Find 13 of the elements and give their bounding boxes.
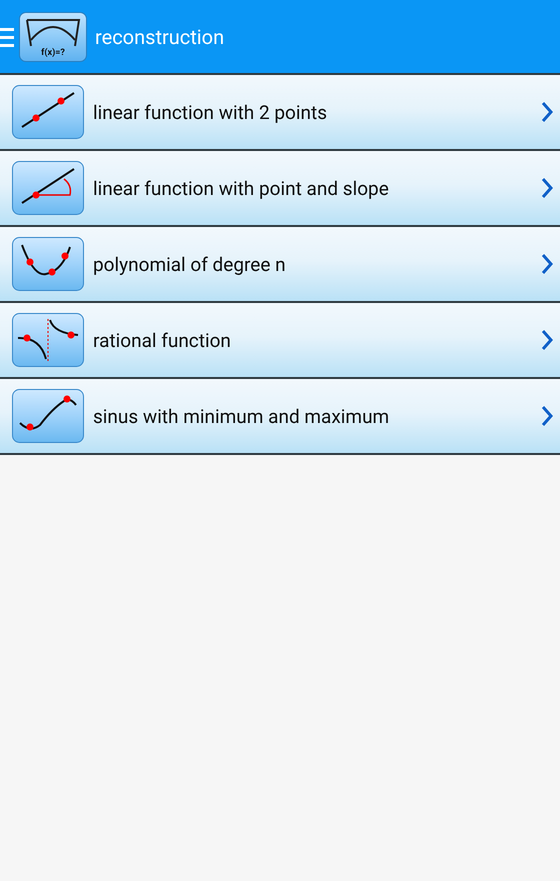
logo-text: f(x)=? [40, 48, 66, 58]
list-item[interactable]: sinus with minimum and maximum [0, 377, 560, 455]
item-label: rational function [93, 328, 232, 352]
item-label: polynomial of degree n [93, 252, 287, 276]
list-item[interactable]: linear function with point and slope [0, 149, 560, 225]
list-item[interactable]: polynomial of degree n [0, 225, 560, 301]
item-label: linear function with 2 points [93, 100, 328, 124]
app-title: reconstruction [95, 24, 224, 48]
list-item[interactable]: linear function with 2 points [0, 73, 560, 149]
list-item[interactable]: rational function [0, 301, 560, 377]
item-label: sinus with minimum and maximum [93, 404, 390, 428]
app-logo[interactable]: f(x)=? [19, 12, 87, 62]
item-label: linear function with point and slope [93, 176, 390, 200]
